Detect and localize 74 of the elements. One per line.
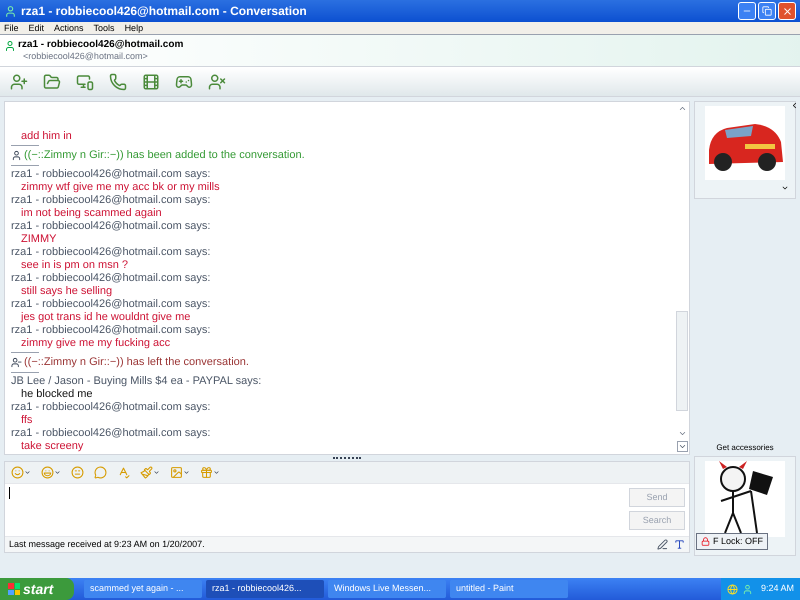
message-text: he blocked me bbox=[20, 388, 93, 401]
taskbar-button[interactable]: untitled - Paint bbox=[450, 580, 568, 598]
menu-item[interactable]: File bbox=[4, 22, 19, 34]
window-title: rza1 - robbiecool426@hotmail.com - Conversation bbox=[21, 3, 308, 20]
sender-line: rza1 - robbiecool426@hotmail.com says: bbox=[11, 168, 210, 181]
caret-icon[interactable] bbox=[24, 469, 31, 476]
message-text: add him in bbox=[20, 130, 72, 143]
message-text: still says he selling bbox=[20, 285, 112, 298]
caret-icon[interactable] bbox=[153, 469, 160, 476]
person-icon bbox=[11, 150, 22, 161]
message-text: take screeny bbox=[20, 440, 84, 453]
contact-email: <robbiecool426@hotmail.com> bbox=[22, 51, 149, 62]
sender-line: rza1 - robbiecool426@hotmail.com says: bbox=[11, 220, 210, 233]
lock-icon bbox=[701, 536, 710, 546]
windows-logo-icon bbox=[8, 583, 20, 595]
accessories-link[interactable]: Get accessories bbox=[694, 442, 796, 454]
close-icon bbox=[782, 6, 792, 16]
pen-icon[interactable] bbox=[657, 539, 668, 550]
messenger-icon bbox=[4, 4, 17, 18]
sender-line: rza1 - robbiecool426@hotmail.com says: bbox=[11, 298, 210, 311]
restore-button[interactable] bbox=[758, 2, 776, 20]
sender-line: rza1 - robbiecool426@hotmail.com says: bbox=[11, 194, 210, 207]
message-text: jes got trans id he wouldnt give me bbox=[20, 311, 190, 324]
menu-item[interactable]: Help bbox=[124, 22, 144, 34]
caret-icon[interactable] bbox=[54, 469, 61, 476]
taskbar-button[interactable]: Windows Live Messen... bbox=[328, 580, 446, 598]
close-button[interactable] bbox=[778, 2, 796, 20]
menu-item[interactable]: Actions bbox=[54, 22, 84, 34]
restore-icon bbox=[762, 6, 772, 16]
contact-icon bbox=[4, 40, 16, 52]
monitor-phone-icon[interactable] bbox=[76, 72, 94, 90]
taskbar-button[interactable]: rza1 - robbiecool426... bbox=[206, 580, 324, 598]
person-minus-icon bbox=[11, 357, 22, 368]
person-block-icon[interactable] bbox=[208, 72, 226, 90]
taskbar-button[interactable]: scammed yet again - ... bbox=[84, 580, 202, 598]
caret-icon[interactable] bbox=[213, 469, 220, 476]
status-text: Last message received at 9:23 AM on 1/20/2007. bbox=[9, 538, 206, 551]
caret-icon[interactable] bbox=[183, 469, 190, 476]
event-text: ((−::Zimmy n Gir::−)) has been added to the conversation. bbox=[24, 149, 305, 162]
speech-icon[interactable] bbox=[94, 466, 107, 479]
start-button[interactable]: start bbox=[0, 578, 74, 600]
sender-line: rza1 - robbiecool426@hotmail.com says: bbox=[11, 324, 210, 337]
message-text: zimmy wtf give me my acc bk or my mills bbox=[20, 181, 220, 194]
clock: 9:24 AM bbox=[760, 582, 794, 596]
sender-line: JB Lee / Jason - Buying Mills $4 ea - PAYPAL says: bbox=[11, 375, 262, 388]
message-text: see in is pm on msn ? bbox=[20, 259, 128, 272]
globe-icon bbox=[726, 584, 738, 594]
message-text: ZIMMY bbox=[20, 233, 56, 246]
folder-icon[interactable] bbox=[43, 72, 61, 90]
minimize-button[interactable] bbox=[738, 2, 756, 20]
menu-item[interactable]: Tools bbox=[94, 22, 115, 34]
event-text: ((−::Zimmy n Gir::−)) has left the conversation. bbox=[24, 356, 249, 369]
message-text: ffs bbox=[20, 414, 32, 427]
person-plus-icon[interactable] bbox=[10, 72, 28, 90]
sender-line: rza1 - robbiecool426@hotmail.com says: bbox=[11, 427, 210, 440]
messenger-tray-icon bbox=[742, 584, 753, 594]
tooltip-text: F Lock: OFF bbox=[713, 534, 764, 548]
splitter-handle[interactable] bbox=[333, 457, 361, 459]
film-icon[interactable] bbox=[142, 72, 160, 90]
sender-line: rza1 - robbiecool426@hotmail.com says: bbox=[11, 246, 210, 259]
scroll-end-icon[interactable] bbox=[676, 441, 688, 452]
sender-line: rza1 - robbiecool426@hotmail.com says: bbox=[11, 272, 210, 285]
message-text: im not being scammed again bbox=[20, 207, 162, 220]
scroll-down-icon[interactable] bbox=[678, 429, 686, 438]
sender-line: rza1 - robbiecool426@hotmail.com says: bbox=[11, 401, 210, 414]
collapse-icon[interactable] bbox=[790, 101, 799, 110]
phone-icon[interactable] bbox=[109, 72, 127, 90]
contact-name: rza1 - robbiecool426@hotmail.com bbox=[18, 39, 184, 51]
menu-item[interactable]: Edit bbox=[28, 22, 44, 34]
scroll-thumb[interactable] bbox=[676, 311, 688, 411]
font-icon[interactable] bbox=[117, 466, 130, 479]
text-style-icon[interactable] bbox=[674, 539, 685, 550]
scroll-up-icon[interactable] bbox=[678, 104, 686, 113]
message-text: zimmy give me my fucking acc bbox=[20, 337, 170, 350]
